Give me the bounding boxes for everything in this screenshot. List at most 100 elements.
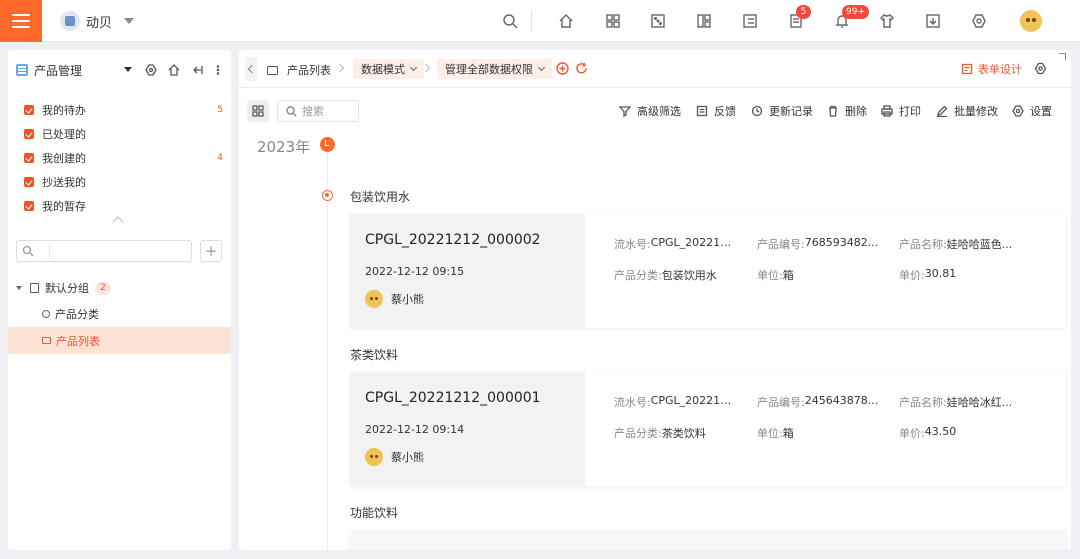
record-card[interactable]	[350, 530, 1066, 550]
form-design-button[interactable]: 表单设计	[961, 61, 1022, 77]
more-icon[interactable]	[211, 63, 225, 77]
user-name: 蔡小熊	[391, 451, 424, 464]
search-icon	[22, 245, 36, 259]
breadcrumb-label: 产品列表	[287, 64, 331, 77]
group-tree: 默认分组 2 产品分类 产品列表	[8, 276, 231, 354]
record-user: 蔡小熊	[365, 290, 424, 308]
view-toggle-button[interactable]	[247, 100, 269, 122]
chevron-up-icon[interactable]	[112, 216, 124, 228]
field-product-name: 产品名称: 娃哈哈冰红...	[899, 394, 1012, 410]
field-label: 单价:	[899, 427, 925, 440]
download-icon[interactable]	[923, 11, 943, 31]
print-button[interactable]: 打印	[881, 104, 921, 118]
home-icon[interactable]	[556, 11, 576, 31]
chevron-down-icon	[409, 63, 418, 72]
search-input[interactable]	[302, 104, 352, 118]
bell-icon[interactable]: 99+	[832, 5, 869, 31]
field-label: 单位:	[757, 427, 783, 440]
record-card[interactable]: CPGL_20221212_000002 2022-12-12 09:15 蔡小…	[350, 214, 1066, 328]
update-log-label: 更新记录	[769, 105, 813, 118]
feedback-button[interactable]: 反馈	[696, 104, 736, 118]
search-divider	[49, 244, 50, 258]
grid-icon[interactable]	[603, 11, 623, 31]
menu-icon[interactable]	[0, 0, 42, 42]
app-home-icon[interactable]	[167, 63, 181, 77]
top-bar: 动贝 5 99+	[0, 0, 1080, 42]
sidebar-search-input[interactable]	[16, 240, 192, 262]
back-button[interactable]	[245, 57, 257, 81]
app-icon	[16, 64, 28, 76]
tree-node-product-category[interactable]: 产品分类	[8, 300, 231, 327]
notes-badge: 5	[796, 5, 811, 19]
sidebar-item-count: 5	[217, 105, 223, 115]
history-icon	[751, 105, 763, 117]
created-icon	[24, 153, 34, 163]
record-card[interactable]: CPGL_20221212_000001 2022-12-12 09:14 蔡小…	[350, 372, 1066, 486]
timeline-line	[327, 152, 328, 550]
app-title: 产品管理	[34, 63, 83, 78]
caret-down-icon[interactable]	[16, 286, 22, 290]
search-icon[interactable]	[500, 11, 520, 31]
field-category: 产品分类: 茶类饮料	[614, 425, 706, 441]
batch-edit-button[interactable]: 批量修改	[936, 104, 998, 118]
delete-button[interactable]: 删除	[827, 104, 867, 118]
field-serial: 流水号: CPGL_20221212_000002	[614, 236, 736, 252]
sidebar-item-label: 我的暂存	[42, 200, 86, 213]
sidebar-item-label: 我的待办	[42, 104, 86, 117]
field-value: 箱	[782, 269, 794, 282]
update-log-button[interactable]: 更新记录	[751, 104, 813, 118]
field-value: CPGL_20221212_000002	[650, 236, 736, 249]
gear-icon[interactable]	[1034, 62, 1047, 75]
group-title: 茶类饮料	[350, 348, 399, 362]
tree-group-label: 默认分组	[45, 282, 89, 295]
sidebar-item-processed[interactable]: 已处理的	[8, 122, 231, 146]
add-circle-icon[interactable]	[556, 62, 569, 75]
tree-group-count: 2	[95, 281, 111, 295]
delete-label: 删除	[845, 105, 867, 118]
field-unit: 单位: 箱	[757, 267, 794, 283]
sidebar-item-created[interactable]: 我创建的 4	[8, 146, 231, 170]
workspace-switcher[interactable]: 动贝	[60, 10, 135, 32]
data-mode-dropdown[interactable]: 数据模式	[353, 59, 424, 79]
field-value: 30.81	[924, 267, 957, 280]
checklist-icon[interactable]	[740, 11, 760, 31]
sidebar-item-drafts[interactable]: 我的暂存	[8, 194, 231, 218]
notes-icon[interactable]: 5	[786, 5, 811, 31]
sidebar-item-my-todo[interactable]: 我的待办 5	[8, 98, 231, 122]
expand-corner-icon[interactable]	[1059, 53, 1066, 60]
field-value: 茶类饮料	[661, 427, 706, 440]
add-group-button[interactable]: +	[200, 240, 222, 262]
settings-button[interactable]: 设置	[1012, 104, 1052, 118]
gear-icon	[1012, 105, 1024, 117]
avatar	[365, 448, 383, 466]
dice-icon[interactable]	[648, 11, 668, 31]
sidebar-item-cc[interactable]: 抄送我的	[8, 170, 231, 194]
printer-icon	[881, 105, 893, 117]
refresh-icon[interactable]	[575, 62, 588, 75]
breadcrumb-root[interactable]: 产品列表	[267, 60, 331, 80]
record-user: 蔡小熊	[365, 448, 424, 466]
field-product-code: 产品编号: 245643878...	[757, 394, 878, 410]
settings-label: 设置	[1030, 105, 1052, 118]
settings-hex-icon[interactable]	[969, 11, 989, 31]
collapse-sidebar-icon[interactable]	[191, 63, 205, 77]
chevron-down-icon	[537, 63, 546, 72]
folder-icon	[267, 65, 278, 75]
permission-dropdown[interactable]: 管理全部数据权限	[437, 59, 552, 79]
user-avatar[interactable]	[1020, 10, 1042, 32]
main-panel: 产品列表 数据模式 管理全部数据权限 表单设计 搜索 高级筛选 反馈 更新记录 …	[239, 50, 1071, 550]
shirt-icon[interactable]	[877, 11, 897, 31]
field-value: 768593482...	[804, 236, 879, 249]
tree-group-default[interactable]: 默认分组 2	[8, 276, 231, 300]
field-product-name: 产品名称: 娃哈哈蓝色...	[899, 236, 1012, 252]
feedback-icon	[696, 105, 708, 117]
app-settings-icon[interactable]	[144, 63, 158, 77]
timeline-dot	[322, 190, 333, 201]
app-switch-caret-icon[interactable]	[124, 67, 132, 72]
advanced-filter-button[interactable]: 高级筛选	[619, 104, 681, 118]
field-value: 娃哈哈蓝色...	[946, 238, 1013, 251]
workspace-logo	[60, 11, 80, 31]
tree-node-product-list[interactable]: 产品列表	[8, 327, 231, 354]
processed-icon	[24, 129, 34, 139]
apps-icon[interactable]	[694, 11, 714, 31]
